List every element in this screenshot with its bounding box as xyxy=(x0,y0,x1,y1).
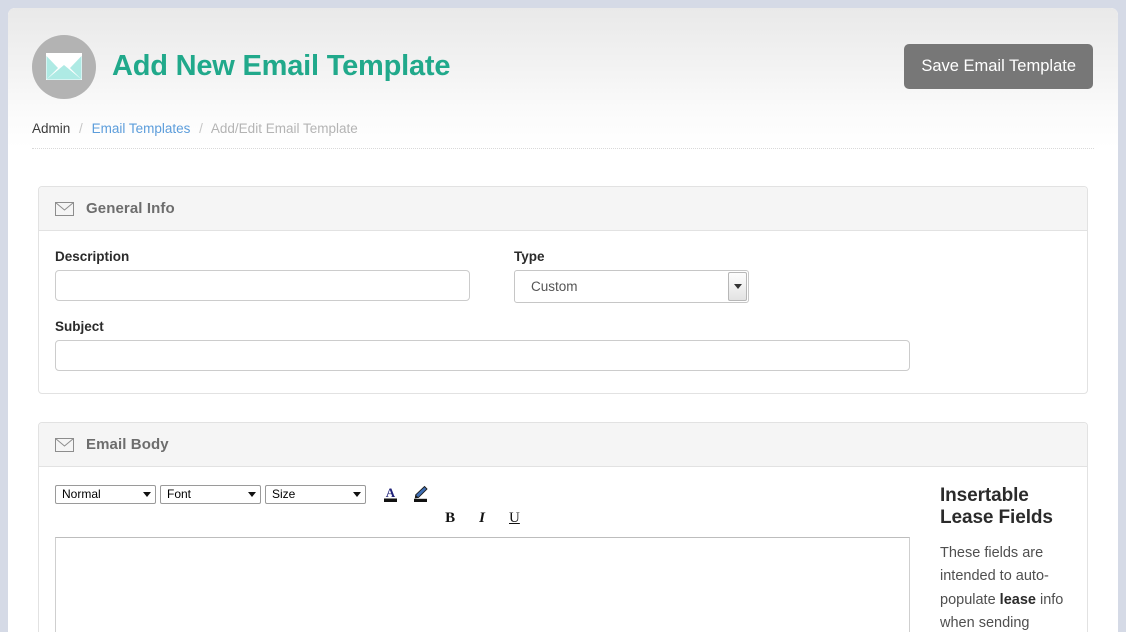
type-field-group: Type Custom xyxy=(514,249,749,303)
envelope-avatar xyxy=(32,34,96,99)
breadcrumb-current: Add/Edit Email Template xyxy=(210,121,358,136)
insertable-lease-fields-title: Insertable Lease Fields xyxy=(940,485,1053,528)
page-header: Add New Email Template Save Email Templa… xyxy=(8,8,1118,149)
chevron-down-icon xyxy=(248,491,256,497)
envelope-icon xyxy=(46,53,82,80)
page-title: Add New Email Template xyxy=(112,50,451,82)
description-input[interactable] xyxy=(55,270,470,301)
highlighter-pencil-icon[interactable] xyxy=(410,484,430,504)
format-select[interactable]: Normal xyxy=(55,484,156,504)
general-info-panel-title: General Info xyxy=(86,200,175,217)
italic-button[interactable]: I xyxy=(479,510,485,526)
chevron-down-icon[interactable] xyxy=(728,272,747,301)
editor-toolbar-row-1: Normal Font Size A xyxy=(55,483,910,505)
description-text-bold: lease xyxy=(999,591,1036,608)
type-select-wrapper: Custom xyxy=(514,270,749,303)
font-size-select[interactable]: Size xyxy=(265,484,366,504)
breadcrumb-root: Admin xyxy=(32,121,71,136)
email-body-panel-title: Email Body xyxy=(86,436,169,453)
general-info-first-row: Description Type Custom xyxy=(55,249,1071,303)
general-info-panel-body: Description Type Custom Subject xyxy=(39,231,1087,393)
insertable-lease-fields-description: These fields are intended to auto-popula… xyxy=(940,542,1071,632)
save-email-template-button[interactable]: Save Email Template xyxy=(904,44,1093,89)
email-body-panel-body: Normal Font Size A B I U Insertable Leas… xyxy=(39,467,1087,632)
email-body-panel: Email Body Normal Font Size A B I U Inse… xyxy=(38,422,1088,632)
format-select-value: Normal xyxy=(62,487,101,501)
breadcrumb: Admin / Email Templates / Add/Edit Email… xyxy=(32,121,1094,149)
svg-text:A: A xyxy=(385,485,395,500)
description-label: Description xyxy=(55,249,130,264)
font-color-a-icon[interactable]: A xyxy=(380,484,400,504)
font-family-select[interactable]: Font xyxy=(160,484,261,504)
description-field-group: Description xyxy=(55,249,470,303)
bold-button[interactable]: B xyxy=(445,510,455,526)
app-window: Add New Email Template Save Email Templa… xyxy=(8,8,1118,632)
chevron-down-icon xyxy=(353,491,361,497)
subject-input[interactable] xyxy=(55,340,910,371)
general-info-panel: General Info Description Type Custom Sub… xyxy=(38,186,1088,394)
type-select[interactable]: Custom xyxy=(514,270,749,303)
triangle-down-glyph xyxy=(733,284,742,289)
breadcrumb-separator-2: / xyxy=(199,121,203,136)
general-info-panel-header: General Info xyxy=(39,187,1087,231)
chevron-down-icon xyxy=(143,491,151,497)
editor-toolbar-row-2: B I U xyxy=(55,505,910,531)
envelope-icon xyxy=(55,437,74,452)
insertable-lease-fields-sidebar: Insertable Lease Fields These fields are… xyxy=(940,483,1071,632)
email-body-content-area[interactable] xyxy=(55,537,910,632)
email-body-panel-header: Email Body xyxy=(39,423,1087,467)
breadcrumb-separator-1: / xyxy=(79,121,83,136)
breadcrumb-link-email-templates[interactable]: Email Templates xyxy=(92,121,191,136)
subject-label: Subject xyxy=(55,319,104,334)
underline-button[interactable]: U xyxy=(509,510,520,526)
font-family-select-value: Font xyxy=(167,487,192,501)
rich-text-editor: Normal Font Size A B I U xyxy=(55,483,910,632)
type-label: Type xyxy=(514,249,545,264)
font-size-select-value: Size xyxy=(272,487,296,501)
subject-field-group: Subject xyxy=(55,319,1071,371)
envelope-icon xyxy=(55,201,74,216)
